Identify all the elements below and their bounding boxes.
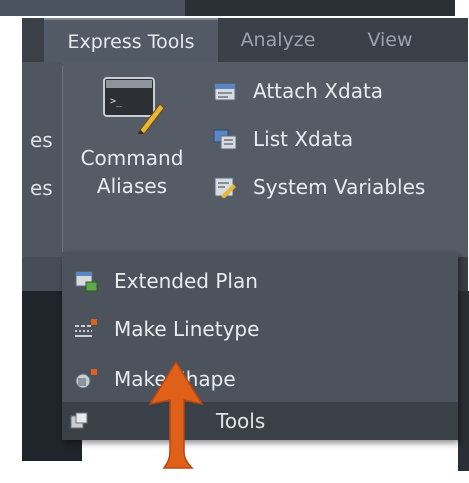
make-linetype-label: Make Linetype — [114, 317, 260, 341]
command-aliases-icon: >_ — [103, 77, 165, 134]
system-variables-button[interactable]: System Variables — [213, 172, 463, 202]
title-bar-right — [185, 0, 455, 16]
tab-label: Analyze — [240, 29, 316, 51]
list-xdata-button[interactable]: List Xdata — [213, 124, 413, 154]
list-xdata-label: List Xdata — [253, 127, 354, 151]
command-aliases-label: Aliases — [96, 174, 168, 198]
make-shape-icon — [75, 369, 97, 389]
cut-off-label: es — [30, 176, 53, 200]
extended-plan-icon — [75, 271, 98, 292]
pin-icon[interactable] — [68, 410, 90, 432]
tab-express-tools[interactable]: Express Tools — [44, 18, 218, 62]
cut-off-label: es — [30, 128, 53, 152]
panel-title-label: Tools — [216, 409, 266, 433]
attach-xdata-button[interactable]: Attach Xdata — [213, 76, 453, 106]
svg-text:>_: >_ — [110, 96, 123, 107]
attach-xdata-label: Attach Xdata — [253, 79, 384, 103]
extended-plan-label: Extended Plan — [114, 269, 258, 293]
title-bar — [0, 0, 185, 16]
extended-plan-button[interactable]: Extended Plan — [74, 266, 334, 296]
command-aliases-label: Command — [80, 146, 184, 170]
tab-label: Express Tools — [67, 31, 195, 53]
panel-divider — [62, 66, 63, 252]
drawing-area-edge — [458, 291, 469, 471]
list-xdata-icon — [213, 129, 237, 150]
attach-xdata-icon — [214, 83, 236, 101]
system-variables-icon — [214, 177, 236, 198]
ribbon-panel-title-bar-left — [22, 257, 62, 291]
system-variables-label: System Variables — [253, 175, 426, 199]
tab-analyze[interactable]: Analyze — [225, 18, 331, 62]
make-linetype-icon — [75, 319, 97, 337]
tab-label: View — [367, 29, 413, 51]
make-linetype-button[interactable]: Make Linetype — [74, 314, 334, 344]
previous-ribbon-panel — [22, 62, 62, 257]
up-arrow-icon — [148, 360, 204, 469]
tab-view[interactable]: View — [350, 18, 430, 62]
